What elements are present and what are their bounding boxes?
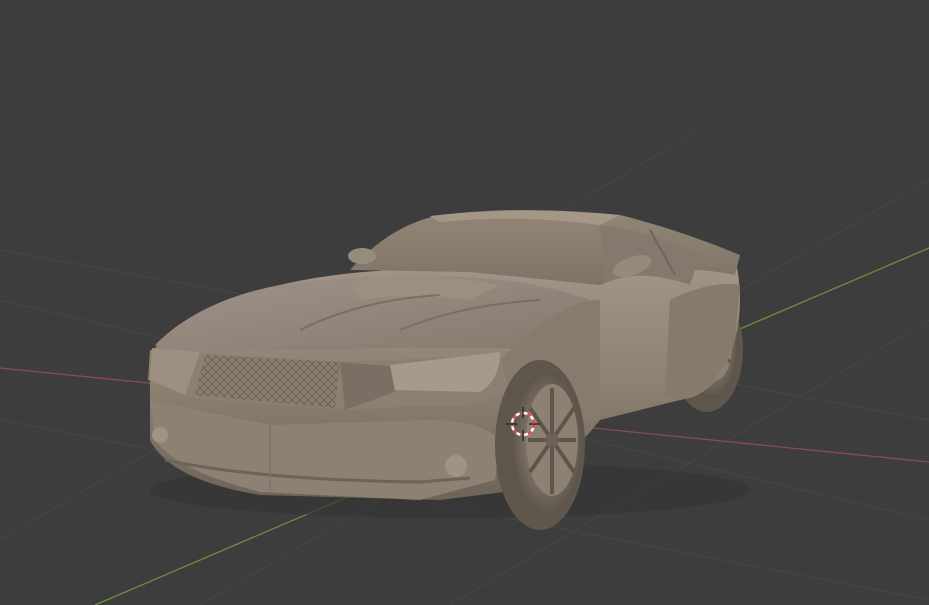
3d-viewport[interactable] [0,0,929,605]
fog-light-right [445,455,467,477]
fog-light-left [152,427,168,443]
front-wheel[interactable] [495,360,585,530]
viewport-canvas[interactable] [0,0,929,605]
car-model[interactable] [148,210,750,530]
